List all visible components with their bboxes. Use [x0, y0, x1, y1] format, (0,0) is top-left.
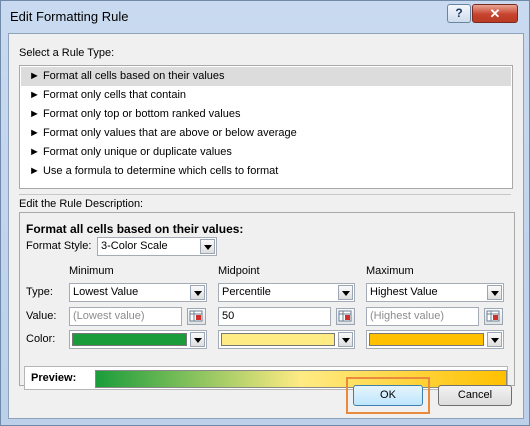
- range-select-icon: [486, 310, 500, 322]
- midpoint-type-value: Percentile: [222, 286, 271, 298]
- edit-formatting-rule-dialog: Edit Formatting Rule ? ✕ Select a Rule T…: [0, 0, 530, 426]
- rule-description-label: Edit the Rule Description:: [19, 198, 144, 210]
- format-style-dropdown[interactable]: 3-Color Scale: [97, 237, 217, 256]
- bullet-icon: ►: [29, 165, 40, 177]
- preview-label: Preview:: [31, 372, 77, 384]
- section-divider: [19, 194, 511, 195]
- chevron-down-icon[interactable]: [200, 239, 215, 254]
- maximum-type-dropdown[interactable]: Highest Value: [366, 283, 504, 302]
- chevron-down-icon[interactable]: [487, 285, 502, 300]
- chevron-down-icon[interactable]: [487, 332, 502, 347]
- rule-type-item-label: Format all cells based on their values: [42, 70, 225, 82]
- maximum-header: Maximum: [366, 265, 414, 277]
- minimum-color-swatch: [72, 333, 187, 346]
- dialog-title: Edit Formatting Rule: [10, 9, 129, 24]
- format-style-value: 3-Color Scale: [101, 240, 168, 252]
- bullet-icon: ►: [29, 89, 40, 101]
- chevron-down-icon[interactable]: [190, 332, 205, 347]
- dialog-client: Select a Rule Type: ► Format all cells b…: [8, 33, 524, 419]
- maximum-value-input[interactable]: (Highest value): [366, 307, 479, 326]
- minimum-header: Minimum: [69, 265, 114, 277]
- midpoint-color-swatch: [221, 333, 335, 346]
- midpoint-header: Midpoint: [218, 265, 260, 277]
- rule-type-item-label: Format only cells that contain: [42, 89, 187, 101]
- bullet-icon: ►: [29, 108, 40, 120]
- chevron-down-icon[interactable]: [338, 285, 353, 300]
- rule-type-item-formula[interactable]: ► Use a formula to determine which cells…: [21, 162, 511, 181]
- midpoint-color-picker[interactable]: [218, 330, 355, 349]
- title-bar[interactable]: Edit Formatting Rule ? ✕: [1, 1, 529, 33]
- minimum-cell-reference-button[interactable]: [187, 308, 206, 325]
- rule-type-item-label: Format only top or bottom ranked values: [42, 108, 241, 120]
- minimum-color-picker[interactable]: [69, 330, 207, 349]
- bullet-icon: ►: [29, 127, 40, 139]
- color-row-label: Color:: [26, 333, 56, 345]
- range-select-icon: [338, 310, 352, 322]
- cancel-button[interactable]: Cancel: [438, 385, 512, 406]
- close-button[interactable]: ✕: [472, 4, 518, 23]
- rule-type-item-label: Format only values that are above or bel…: [42, 127, 297, 139]
- maximum-value-text: (Highest value): [370, 310, 444, 322]
- midpoint-value-text: 50: [222, 310, 235, 322]
- value-row-label: Value:: [26, 310, 57, 322]
- rule-type-item-all-cells[interactable]: ► Format all cells based on their values: [21, 67, 511, 86]
- preview-panel: Preview:: [24, 366, 508, 390]
- rule-type-item-above-below-average[interactable]: ► Format only values that are above or b…: [21, 124, 511, 143]
- chevron-down-icon[interactable]: [190, 285, 205, 300]
- maximum-color-swatch: [369, 333, 484, 346]
- rule-type-list[interactable]: ► Format all cells based on their values…: [19, 65, 513, 189]
- minimum-type-value: Lowest Value: [73, 286, 139, 298]
- rule-type-item-top-bottom[interactable]: ► Format only top or bottom ranked value…: [21, 105, 511, 124]
- maximum-color-picker[interactable]: [366, 330, 504, 349]
- bullet-icon: ►: [29, 70, 40, 82]
- rule-type-item-label: Use a formula to determine which cells t…: [42, 165, 279, 177]
- bullet-icon: ►: [29, 146, 40, 158]
- rule-type-item-cells-contain[interactable]: ► Format only cells that contain: [21, 86, 511, 105]
- range-select-icon: [189, 310, 203, 322]
- minimum-value-text: (Lowest value): [73, 310, 145, 322]
- maximum-cell-reference-button[interactable]: [484, 308, 503, 325]
- rule-description-heading: Format all cells based on their values:: [26, 222, 244, 236]
- chevron-down-icon[interactable]: [338, 332, 353, 347]
- rule-description-panel: Format all cells based on their values: …: [19, 212, 515, 390]
- midpoint-value-input[interactable]: 50: [218, 307, 331, 326]
- midpoint-cell-reference-button[interactable]: [336, 308, 355, 325]
- help-button[interactable]: ?: [447, 4, 471, 23]
- rule-type-item-label: Format only unique or duplicate values: [42, 146, 232, 158]
- rule-type-label: Select a Rule Type:: [19, 47, 115, 59]
- rule-type-item-unique-duplicate[interactable]: ► Format only unique or duplicate values: [21, 143, 511, 162]
- minimum-type-dropdown[interactable]: Lowest Value: [69, 283, 207, 302]
- minimum-value-input[interactable]: (Lowest value): [69, 307, 182, 326]
- maximum-type-value: Highest Value: [370, 286, 438, 298]
- midpoint-type-dropdown[interactable]: Percentile: [218, 283, 355, 302]
- ok-button[interactable]: OK: [353, 385, 423, 406]
- format-style-label: Format Style:: [26, 240, 92, 252]
- type-row-label: Type:: [26, 286, 53, 298]
